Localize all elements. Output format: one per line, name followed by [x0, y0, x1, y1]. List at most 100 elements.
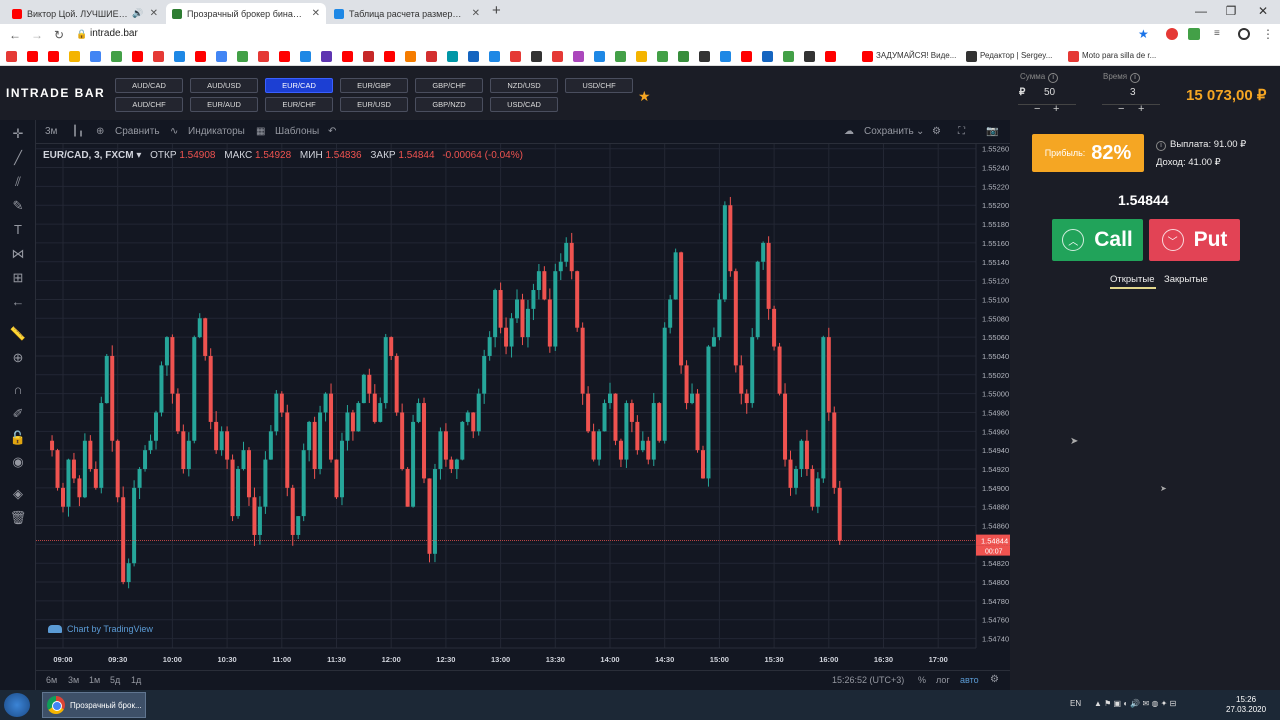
tray-icons[interactable]: ▲ ⚑ ▣ ◐ 🔊 ✉ ◍ ✦ ⊟ — [1094, 699, 1176, 708]
bookmark-icon[interactable] — [447, 51, 458, 62]
lock-icon[interactable]: 🔓 — [9, 430, 27, 446]
bookmark-icon[interactable] — [153, 51, 164, 62]
pair-button-aud-usd[interactable]: AUD/USD — [190, 78, 258, 93]
bookmark-icon[interactable] — [111, 51, 122, 62]
compare-button[interactable]: Сравнить — [115, 126, 160, 137]
pair-button-aud-cad[interactable]: AUD/CAD — [115, 78, 183, 93]
percent-scale-button[interactable]: % — [918, 675, 926, 685]
favorite-star-icon[interactable]: ★ — [638, 88, 651, 105]
bookmark-icon[interactable] — [426, 51, 437, 62]
zoom-icon[interactable]: ⊕ — [9, 350, 27, 366]
tradingview-link[interactable]: Chart by TradingView — [48, 624, 153, 634]
gear-icon[interactable]: ⚙ — [932, 126, 941, 137]
bookmark-icon[interactable] — [195, 51, 206, 62]
range-1m-button[interactable]: 1м — [89, 675, 100, 685]
fib-tool-icon[interactable]: ⫽ — [9, 174, 27, 190]
call-button[interactable]: ︿ Call — [1052, 219, 1143, 261]
prediction-tool-icon[interactable]: ⊞ — [9, 270, 27, 286]
tradingview-chart[interactable]: ✛ ╱ ⫽ ✎ T ⋈ ⊞ ← 📏 ⊕ ∩ ✐ 🔓 ◉ ◈ 🗑 3м ┃╻ ⊕ … — [0, 120, 1010, 690]
bookmark-icon[interactable] — [279, 51, 290, 62]
close-window-icon[interactable]: ✕ — [1248, 0, 1278, 22]
bookmark-icon[interactable] — [489, 51, 500, 62]
bookmark-icon[interactable] — [531, 51, 542, 62]
taskbar-chrome-app[interactable]: Прозрачный брок... — [42, 692, 146, 718]
bookmark-icon[interactable] — [216, 51, 227, 62]
pair-button-gbp-chf[interactable]: GBP/CHF — [415, 78, 483, 93]
bookmark-icon[interactable] — [741, 51, 752, 62]
bookmark-icon[interactable] — [678, 51, 689, 62]
bookmark-icon[interactable] — [468, 51, 479, 62]
back-icon[interactable]: ← — [4, 28, 26, 42]
bookmark-icon[interactable] — [174, 51, 185, 62]
arrow-back-icon[interactable]: ← — [9, 294, 27, 309]
sum-plus-button[interactable]: + — [1053, 103, 1059, 115]
bookmark-icon[interactable] — [594, 51, 605, 62]
eye-icon[interactable]: ◉ — [9, 454, 27, 470]
menu-icon[interactable]: ⋮ — [1262, 27, 1274, 41]
lock-drawing-icon[interactable]: ✐ — [9, 406, 27, 422]
bookmark-icon[interactable] — [27, 51, 38, 62]
browser-tab-3[interactable]: Таблица расчета размера сделк... ✕ — [328, 3, 486, 24]
forward-icon[interactable]: → — [26, 28, 48, 42]
bookmark-icon[interactable] — [132, 51, 143, 62]
pair-button-gbp-nzd[interactable]: GBP/NZD — [415, 97, 483, 112]
camera-icon[interactable]: 📷 — [986, 126, 998, 137]
bookmark-icon[interactable] — [762, 51, 773, 62]
close-tab-icon[interactable]: ✕ — [150, 8, 158, 19]
bookmark-icon[interactable] — [720, 51, 731, 62]
bookmark-icon[interactable] — [48, 51, 59, 62]
browser-tab-2[interactable]: Прозрачный брокер бинарных... ✕ — [166, 3, 326, 24]
auto-scale-button[interactable]: авто — [960, 675, 979, 685]
price-chart[interactable]: 1.55260 1.55240 1.55220 1.55200 1.55180 1.551… — [36, 144, 1010, 670]
bookmark-icon[interactable] — [657, 51, 668, 62]
bookmark-icon[interactable] — [363, 51, 374, 62]
indicators-button[interactable]: Индикаторы — [188, 126, 245, 137]
info-icon[interactable]: i — [1130, 73, 1141, 83]
time-input[interactable]: 3 — [1130, 87, 1136, 98]
bookmark-icon[interactable] — [237, 51, 248, 62]
range-6m-button[interactable]: 6м — [46, 675, 57, 685]
range-5d-button[interactable]: 5д — [110, 675, 120, 685]
bookmark-youtube-icon[interactable] — [862, 51, 873, 62]
fullscreen-icon[interactable]: ⛶ — [958, 126, 965, 137]
windows-start-icon[interactable] — [4, 693, 30, 717]
ruler-icon[interactable]: 📏 — [9, 326, 27, 342]
profile-icon[interactable] — [1238, 28, 1250, 40]
sum-input[interactable]: 50 — [1044, 87, 1055, 98]
bar-style-icon[interactable]: ┃╻ — [72, 126, 84, 137]
bookmark-icon[interactable] — [804, 51, 815, 62]
crosshair-icon[interactable]: ✛ — [9, 126, 27, 142]
chevron-down-icon[interactable]: ⌄ — [916, 126, 924, 137]
info-icon[interactable]: i — [1048, 73, 1059, 83]
pair-button-eur-chf[interactable]: EUR/CHF — [265, 97, 333, 112]
pair-button-eur-cad[interactable]: EUR/CAD — [265, 78, 333, 93]
bookmark-icon[interactable] — [615, 51, 626, 62]
trend-line-icon[interactable]: ╱ — [9, 150, 27, 166]
bookmark-link[interactable]: ЗАДУМАЙСЯ! Виде... — [876, 51, 956, 60]
browser-tab-1[interactable]: Виктор Цой. ЛУЧШИЕ ПЕСНИ 🔊 ✕ — [6, 3, 164, 24]
pair-button-eur-usd[interactable]: EUR/USD — [340, 97, 408, 112]
bookmark-moto-icon[interactable] — [1068, 51, 1079, 62]
bookmark-link[interactable]: Moto para silla de r... — [1082, 51, 1156, 60]
pair-button-nzd-usd[interactable]: NZD/USD — [490, 78, 558, 93]
new-tab-icon[interactable]: + — [492, 2, 501, 19]
brush-icon[interactable]: ✎ — [9, 198, 27, 214]
bookmark-icon[interactable] — [552, 51, 563, 62]
tab-open-trades[interactable]: Открытые — [1110, 274, 1154, 285]
bookmark-icon[interactable] — [405, 51, 416, 62]
bookmark-star-icon[interactable]: ★ — [1138, 27, 1149, 41]
pair-button-eur-gbp[interactable]: EUR/GBP — [340, 78, 408, 93]
bookmark-icon[interactable] — [573, 51, 584, 62]
layers-icon[interactable]: ◈ — [9, 486, 27, 502]
pair-button-usd-chf[interactable]: USD/CHF — [565, 78, 633, 93]
magnet-icon[interactable]: ∩ — [9, 382, 27, 397]
bookmark-icon[interactable] — [510, 51, 521, 62]
url-field[interactable]: intrade.bar — [90, 28, 138, 39]
bookmark-icon[interactable] — [258, 51, 269, 62]
pattern-tool-icon[interactable]: ⋈ — [9, 246, 27, 262]
range-3m-button[interactable]: 3м — [68, 675, 79, 685]
bookmark-icon[interactable] — [783, 51, 794, 62]
trash-icon[interactable]: 🗑 — [9, 510, 27, 526]
bookmark-icon[interactable] — [321, 51, 332, 62]
interval-button[interactable]: 3м — [45, 126, 57, 137]
